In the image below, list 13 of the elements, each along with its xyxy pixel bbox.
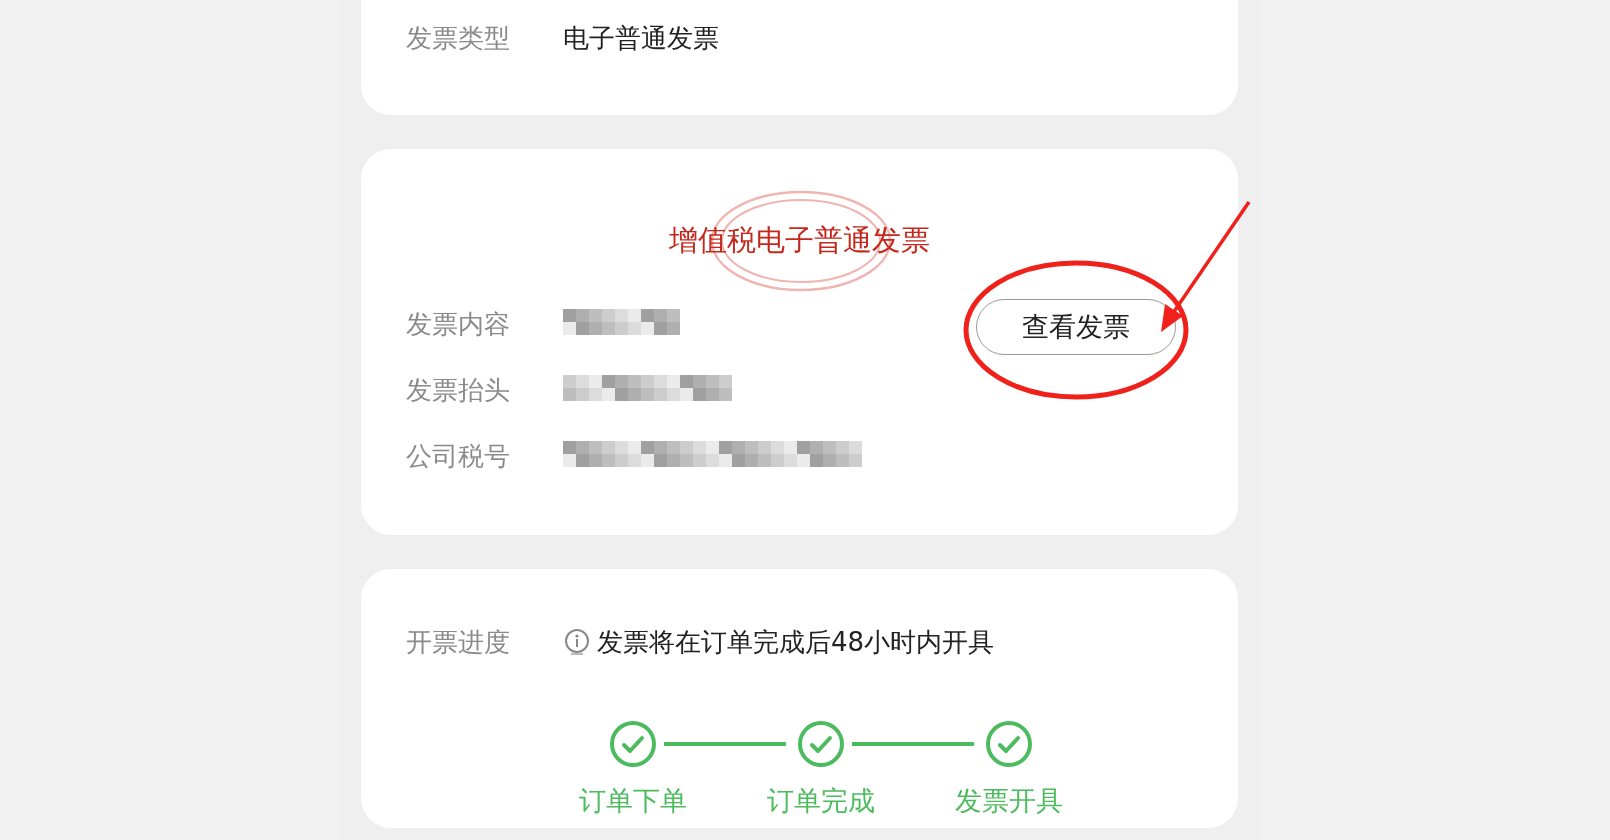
field-label: 发票内容: [406, 307, 511, 341]
field-label: 发票抬头: [406, 373, 511, 407]
field-value: 电子普通发票: [563, 21, 719, 55]
invoice-title: 增值税电子普通发票: [669, 222, 930, 259]
field-label: 公司税号: [406, 439, 511, 473]
step-label: 订单完成: [766, 784, 875, 818]
step-label: 发票开具: [954, 784, 1063, 818]
field-label: 发票类型: [406, 21, 511, 55]
notice-text: 发票将在订单完成后48小时内开具: [597, 625, 995, 659]
info-icon: [563, 627, 591, 657]
view-invoice-button[interactable]: 查看发票: [976, 299, 1176, 355]
field-label: 开票进度: [406, 625, 511, 659]
step-label: 订单下单: [578, 784, 687, 818]
